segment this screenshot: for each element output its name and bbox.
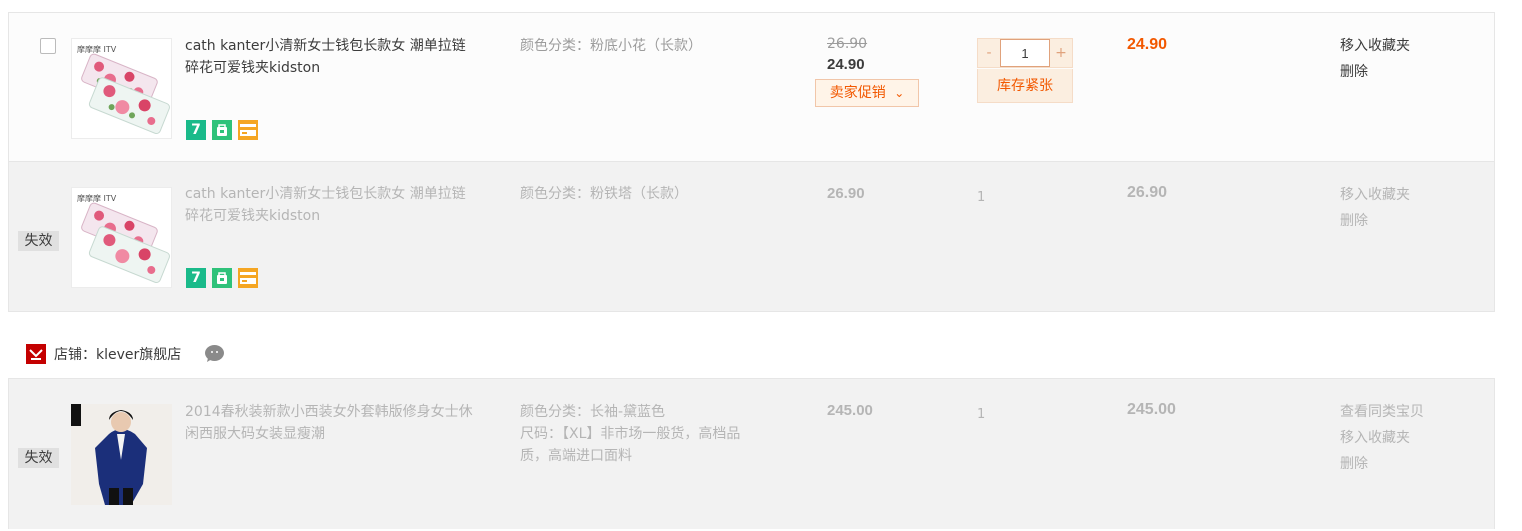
bag-guarantee-icon[interactable] xyxy=(212,120,232,140)
sku-size: 尺码：【XL】非市场一般货，高档品质，高端进口面料 xyxy=(520,426,741,464)
delete-link[interactable]: 删除 xyxy=(1340,208,1410,234)
item-price: 245.00 xyxy=(827,402,873,419)
shop-name-link[interactable]: 店铺：klever旗舰店 xyxy=(54,344,181,364)
increase-qty-button[interactable]: + xyxy=(1050,39,1072,67)
product-thumbnail[interactable]: 摩摩摩 ITV xyxy=(71,187,172,288)
promo-label: 卖家促销 xyxy=(829,85,886,101)
sku-color: 颜色分类：长袖-黛蓝色 xyxy=(520,404,666,420)
sku-details: 颜色分类：长袖-黛蓝色 尺码：【XL】非市场一般货，高档品质，高端进口面料 xyxy=(520,401,760,467)
seven-day-return-icon[interactable]: 7 xyxy=(186,268,206,288)
card-payment-icon[interactable] xyxy=(238,120,258,140)
invalid-badge: 失效 xyxy=(18,231,59,251)
item-total: 245.00 xyxy=(1127,401,1176,418)
tmall-shop-icon xyxy=(26,344,46,364)
product-title-link[interactable]: 2014春秋装新款小西装女外套韩版修身女士休闲西服大码女装显瘦潮 xyxy=(185,401,475,445)
item-price: 26.90 xyxy=(827,185,865,202)
cart-item-2: 失效 摩摩摩 ITV cath kanter小清新女士钱包长款女 潮单拉链碎花可… xyxy=(8,161,1495,312)
seller-promo-dropdown[interactable]: 卖家促销 ⌄ xyxy=(815,79,919,107)
quantity-input[interactable] xyxy=(1000,39,1050,67)
product-thumbnail[interactable]: 摩摩摩 ITV xyxy=(71,38,172,139)
item-operations: 移入收藏夹 删除 xyxy=(1340,182,1410,234)
current-price: 24.90 xyxy=(827,56,865,73)
delete-link[interactable]: 删除 xyxy=(1340,451,1424,477)
low-stock-notice: 库存紧张 xyxy=(977,69,1073,103)
item-operations: 移入收藏夹 删除 xyxy=(1340,33,1410,85)
move-to-favorites-link[interactable]: 移入收藏夹 xyxy=(1340,425,1424,451)
service-icons: 7 xyxy=(186,268,258,288)
decrease-qty-button[interactable]: - xyxy=(978,39,1000,67)
bag-guarantee-icon[interactable] xyxy=(212,268,232,288)
blazer-image xyxy=(71,404,172,505)
move-to-favorites-link[interactable]: 移入收藏夹 xyxy=(1340,182,1410,208)
quantity-stepper[interactable]: - + xyxy=(977,38,1073,68)
item-total: 26.90 xyxy=(1127,184,1168,201)
service-icons: 7 xyxy=(186,120,258,140)
item-total: 24.90 xyxy=(1127,36,1168,53)
svg-text:摩摩摩 ITV: 摩摩摩 ITV xyxy=(77,193,117,203)
item-quantity: 1 xyxy=(977,407,986,422)
seven-day-return-icon[interactable]: 7 xyxy=(186,120,206,140)
shop-header: 店铺：klever旗舰店 xyxy=(26,344,181,364)
view-similar-link[interactable]: 查看同类宝贝 xyxy=(1340,399,1424,425)
product-title-link[interactable]: cath kanter小清新女士钱包长款女 潮单拉链碎花可爱钱夹kidston xyxy=(185,35,475,79)
cart-item-1: 摩摩摩 ITV cath kanter小清新女士钱包长款女 潮单拉链碎花可爱钱夹… xyxy=(8,12,1495,162)
card-payment-icon[interactable] xyxy=(238,268,258,288)
cart-item-3: 失效 2014春秋装新款小西装女外套韩版修身女士休闲西服大码女装显瘦潮 颜色分类… xyxy=(8,378,1495,529)
item-quantity: 1 xyxy=(977,190,986,205)
wallet-image: 摩摩摩 ITV xyxy=(72,39,171,138)
delete-link[interactable]: 删除 xyxy=(1340,59,1410,85)
chevron-down-icon: ⌄ xyxy=(894,86,905,100)
wallet-image: 摩摩摩 ITV xyxy=(72,188,171,287)
sku-color: 颜色分类：粉铁塔（长款） xyxy=(520,186,688,202)
sku-color: 颜色分类：粉底小花（长款） xyxy=(520,38,702,54)
product-thumbnail[interactable] xyxy=(71,404,172,505)
svg-text:摩摩摩 ITV: 摩摩摩 ITV xyxy=(77,44,117,54)
move-to-favorites-link[interactable]: 移入收藏夹 xyxy=(1340,33,1410,59)
chat-icon[interactable] xyxy=(204,344,225,362)
item-operations: 查看同类宝贝 移入收藏夹 删除 xyxy=(1340,399,1424,477)
item-select-checkbox[interactable] xyxy=(40,38,56,54)
product-title-link[interactable]: cath kanter小清新女士钱包长款女 潮单拉链碎花可爱钱夹kidston xyxy=(185,183,475,227)
invalid-badge: 失效 xyxy=(18,448,59,468)
original-price: 26.90 xyxy=(827,36,868,52)
